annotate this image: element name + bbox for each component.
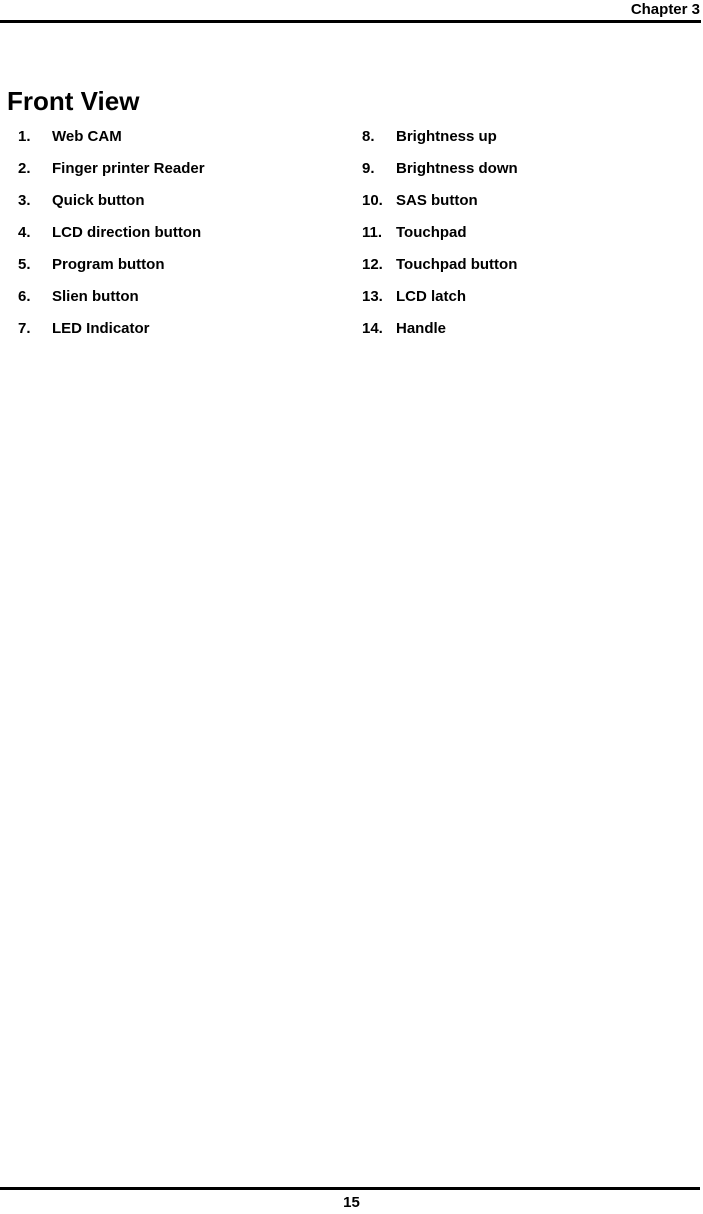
callout-item: 13. LCD latch bbox=[362, 281, 692, 313]
callout-right-label: SAS button bbox=[396, 192, 478, 209]
callout-left-number: 6. bbox=[18, 288, 31, 305]
page-title: Front View bbox=[7, 86, 140, 117]
callout-right-label: Touchpad button bbox=[396, 256, 518, 273]
callout-item: 6. Slien button bbox=[18, 281, 348, 313]
page-header: Chapter 3 bbox=[0, 0, 703, 24]
callout-item: 12. Touchpad button bbox=[362, 249, 692, 281]
callout-left-label: LED Indicator bbox=[52, 320, 150, 337]
callout-item: 2. Finger printer Reader bbox=[18, 153, 348, 185]
callout-right-label: LCD latch bbox=[396, 288, 467, 305]
callout-item: 7. LED Indicator bbox=[18, 313, 348, 345]
callout-right-number: 14. bbox=[362, 320, 383, 337]
callout-right-number: 13. bbox=[362, 288, 383, 305]
callout-left-label: LCD direction button bbox=[52, 224, 202, 241]
callout-item: 8. Brightness up bbox=[362, 121, 692, 153]
callout-item: 5. Program button bbox=[18, 249, 348, 281]
callout-left-label: Finger printer Reader bbox=[52, 160, 205, 177]
callout-left-number: 3. bbox=[18, 192, 31, 209]
callout-right-label: Brightness down bbox=[396, 160, 518, 177]
callout-left-label: Slien button bbox=[52, 288, 139, 305]
callout-right-number: 8. bbox=[362, 128, 375, 145]
callout-list-right-column: 8. Brightness up 9. Brightness down 10. SAS b… bbox=[362, 121, 692, 345]
callout-item: 14. Handle bbox=[362, 313, 692, 345]
callout-item: 1. Web CAM bbox=[18, 121, 348, 153]
callout-right-label: Handle bbox=[396, 320, 447, 337]
callout-item: 3. Quick button bbox=[18, 185, 348, 217]
callout-item: 11. Touchpad bbox=[362, 217, 692, 249]
callout-left-number: 5. bbox=[18, 256, 31, 273]
illustration-area bbox=[0, 350, 703, 1170]
callout-left-number: 7. bbox=[18, 320, 31, 337]
callout-item: 9. Brightness down bbox=[362, 153, 692, 185]
callout-left-number: 1. bbox=[18, 128, 31, 145]
callout-right-number: 10. bbox=[362, 192, 383, 209]
document-page: Chapter 3 Front View 1. Web CAM 2. Finger p… bbox=[0, 0, 703, 1214]
callout-list-left-column: 1. Web CAM 2. Finger printer Reader 3. Quick … bbox=[18, 121, 348, 345]
callout-right-label: Brightness up bbox=[396, 128, 497, 145]
page-footer: 15 bbox=[0, 1185, 703, 1214]
callout-right-number: 9. bbox=[362, 160, 375, 177]
callout-left-number: 4. bbox=[18, 224, 31, 241]
callout-left-number: 2. bbox=[18, 160, 31, 177]
callout-item: 4. LCD direction button bbox=[18, 217, 348, 249]
callout-right-number: 11. bbox=[362, 224, 383, 241]
callout-left-label: Quick button bbox=[52, 192, 145, 209]
callout-left-label: Web CAM bbox=[52, 128, 122, 145]
callout-left-label: Program button bbox=[52, 256, 165, 273]
footer-divider-rule bbox=[0, 1187, 700, 1190]
header-divider-rule bbox=[0, 20, 701, 23]
callout-right-label: Touchpad bbox=[396, 224, 467, 241]
callout-right-number: 12. bbox=[362, 256, 383, 273]
chapter-label: Chapter 3 bbox=[630, 1, 700, 18]
page-number: 15 bbox=[343, 1194, 360, 1211]
callout-item: 10. SAS button bbox=[362, 185, 692, 217]
